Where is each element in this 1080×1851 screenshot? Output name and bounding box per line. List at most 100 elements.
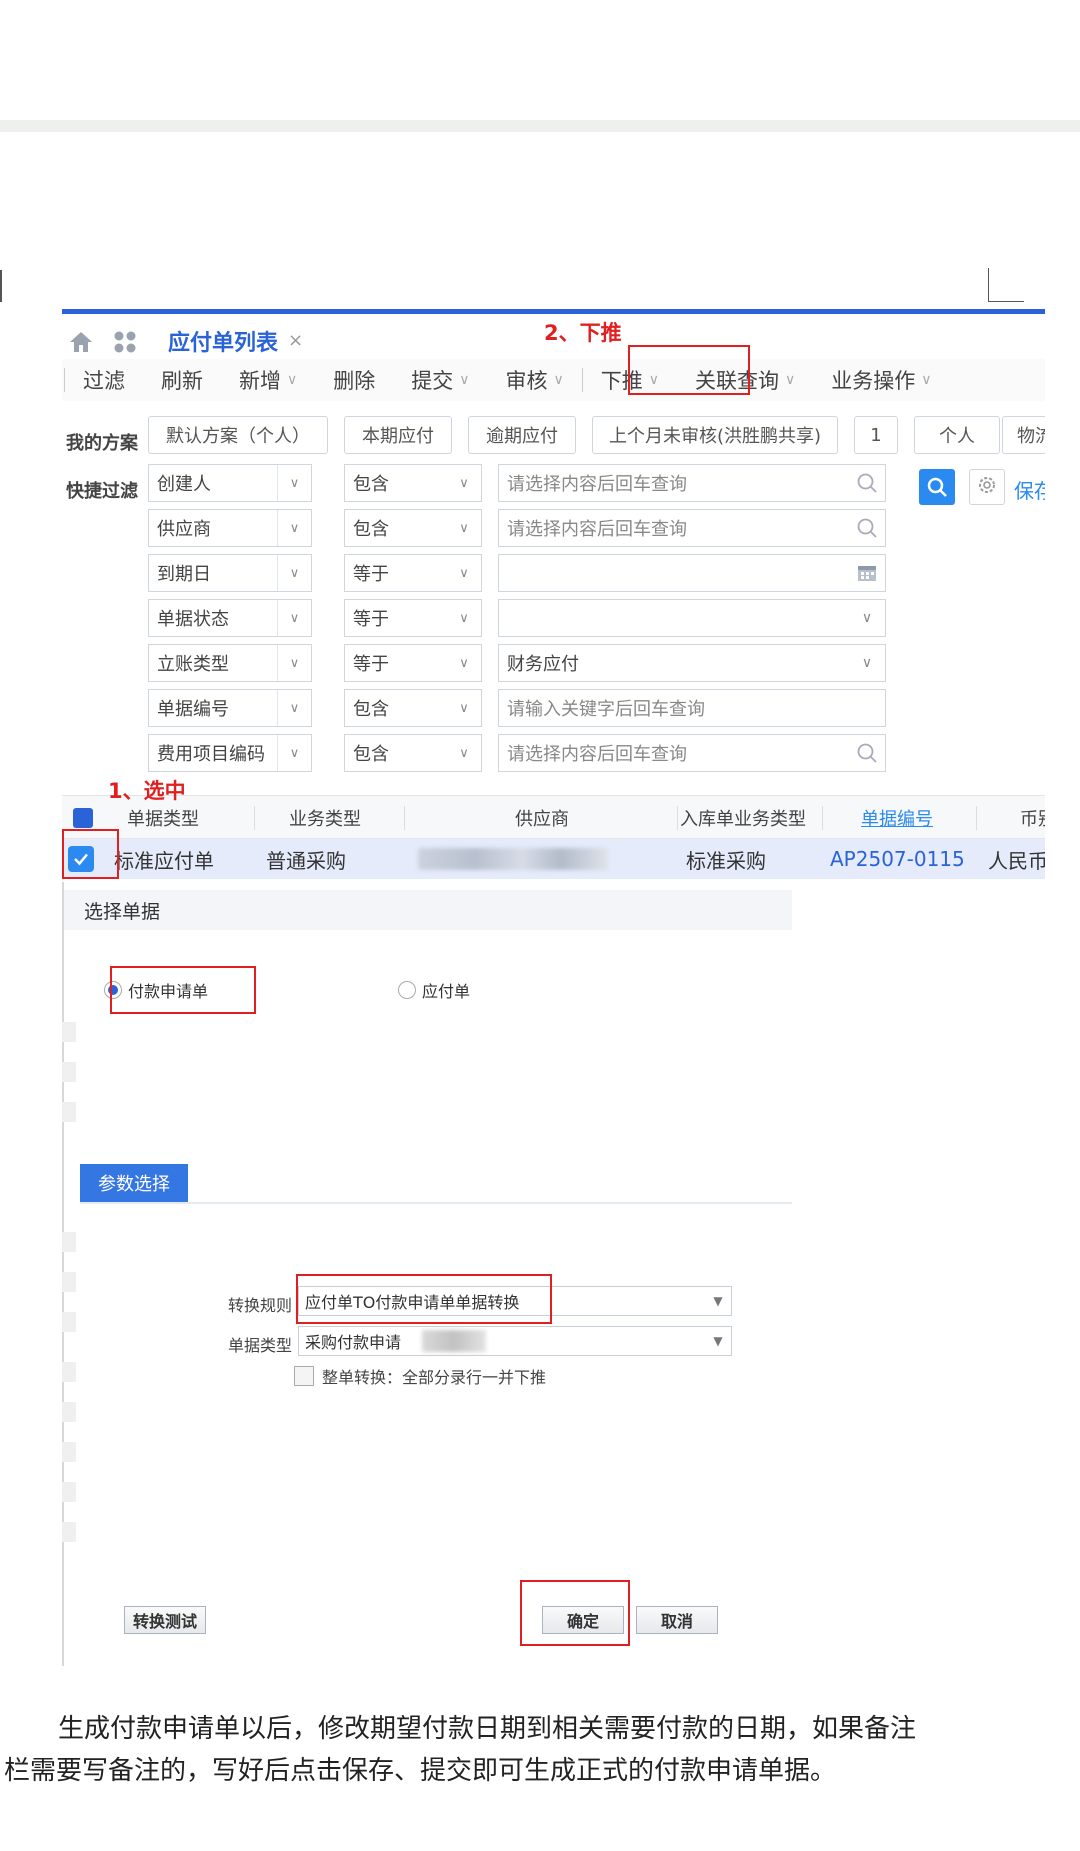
- checkbox-icon: [294, 1366, 314, 1386]
- filter-value-input-2[interactable]: [498, 554, 886, 592]
- highlight-rule: [296, 1274, 552, 1324]
- cell-doc-no[interactable]: AP2507-0115: [830, 839, 965, 879]
- chevron-down-icon: ∨: [459, 610, 469, 626]
- tab-underline: [80, 1202, 792, 1204]
- apps-grid-icon[interactable]: [112, 330, 138, 354]
- filter-value-input-0[interactable]: 请选择内容后回车查询: [498, 464, 886, 502]
- toolbar-button-label: 审核: [505, 369, 548, 393]
- filter-field-select-0[interactable]: 创建人 ∨: [148, 464, 312, 502]
- scheme-button-6[interactable]: 物流: [1002, 416, 1045, 454]
- toolbar-button-label: 刷新: [161, 369, 203, 393]
- table-header: 单据类型 业务类型 供应商 入库单业务类型 单据编号 币别: [62, 795, 1045, 839]
- chevron-down-icon: ∨: [287, 372, 298, 388]
- cell-in-biz-type: 标准采购: [686, 848, 766, 873]
- filter-value-input-3[interactable]: ∨: [498, 599, 886, 637]
- chevron-down-icon: ▼: [713, 1294, 723, 1308]
- filter-op-select-1[interactable]: 包含 ∨: [344, 509, 482, 547]
- toolbar-button-label: 过滤: [83, 369, 125, 393]
- toolbar-button-4[interactable]: 提交 ∨: [393, 359, 487, 401]
- scheme-button-3[interactable]: 上个月未审核(洪胜鹏共享): [592, 416, 838, 454]
- chevron-down-icon: ∨: [277, 555, 311, 591]
- payable-list-screen: 应付单列表 × 过滤 刷新 新增 ∨ 删除 提交 ∨ 审核 ∨ 下推 ∨ 关联查询 ∨ 业务操作 ∨ 我的方…: [62, 309, 1045, 879]
- cell-supplier-redacted: [418, 839, 608, 879]
- whole-convert-label: 整单转换：全部分录行一并下推: [322, 1368, 547, 1387]
- filter-op-select-4[interactable]: 等于 ∨: [344, 644, 482, 682]
- scheme-button-0[interactable]: 默认方案（个人）: [148, 416, 328, 454]
- filter-field-select-1[interactable]: 供应商 ∨: [148, 509, 312, 547]
- filter-value-input-6[interactable]: 请选择内容后回车查询: [498, 734, 886, 772]
- doctype-select[interactable]: 采购付款申请 ▼: [298, 1326, 732, 1356]
- table-row[interactable]: 标准应付单 普通采购 标准采购 AP2507-0115 人民币: [62, 839, 1045, 879]
- header-supplier[interactable]: 供应商: [412, 796, 672, 840]
- search-button[interactable]: [919, 469, 955, 505]
- toolbar-button-label: 删除: [333, 369, 376, 393]
- toolbar-button-0[interactable]: 过滤: [65, 359, 143, 401]
- filter-value-text: 请选择内容后回车查询: [507, 474, 687, 495]
- side-fragment: [62, 1312, 76, 1332]
- close-icon[interactable]: ×: [288, 330, 303, 351]
- tab-label: 应付单列表: [168, 330, 279, 356]
- filter-op-select-6[interactable]: 包含 ∨: [344, 734, 482, 772]
- filter-field-select-2[interactable]: 到期日 ∨: [148, 554, 312, 592]
- toolbar-button-3[interactable]: 删除: [315, 359, 393, 401]
- toolbar-button-label: 提交: [411, 369, 454, 393]
- filter-op-value: 等于: [353, 654, 389, 675]
- chevron-down-icon: ∨: [459, 565, 469, 581]
- header-doc-no[interactable]: 单据编号: [832, 796, 962, 840]
- filter-field-value: 单据状态: [157, 609, 229, 630]
- chevron-down-icon: ∨: [459, 700, 469, 716]
- filter-op-select-2[interactable]: 等于 ∨: [344, 554, 482, 592]
- search-icon[interactable]: [849, 472, 885, 494]
- filter-op-select-0[interactable]: 包含 ∨: [344, 464, 482, 502]
- toolbar-button-1[interactable]: 刷新: [143, 359, 221, 401]
- radio-payable[interactable]: 应付单: [398, 978, 470, 1002]
- chevron-down-icon: ∨: [785, 372, 796, 388]
- chevron-down-icon: ∨: [277, 690, 311, 726]
- settings-button[interactable]: [969, 469, 1005, 505]
- filter-value-input-4[interactable]: 财务应付 ∨: [498, 644, 886, 682]
- filter-field-select-5[interactable]: 单据编号 ∨: [148, 689, 312, 727]
- cancel-button[interactable]: 取消: [636, 1606, 718, 1634]
- toolbar-button-8[interactable]: 业务操作 ∨: [813, 359, 949, 401]
- filter-field-value: 费用项目编码: [157, 744, 265, 765]
- whole-convert-checkbox[interactable]: 整单转换：全部分录行一并下推: [294, 1364, 546, 1388]
- chevron-down-icon: ∨: [459, 655, 469, 671]
- filter-field-select-3[interactable]: 单据状态 ∨: [148, 599, 312, 637]
- convert-test-button[interactable]: 转换测试: [124, 1606, 206, 1634]
- chevron-down-icon: ∨: [459, 372, 470, 388]
- tab-params[interactable]: 参数选择: [80, 1164, 188, 1202]
- chevron-down-icon: ∨: [459, 745, 469, 761]
- header-currency[interactable]: 币别: [1020, 796, 1045, 840]
- side-fragment: [62, 1062, 76, 1082]
- highlight-payment-request: [110, 966, 256, 1014]
- side-fragment: [62, 1442, 76, 1462]
- tab-payable-list[interactable]: 应付单列表 ×: [154, 320, 318, 364]
- save-scheme-link[interactable]: 保存: [1014, 475, 1045, 504]
- scheme-button-1[interactable]: 本期应付: [344, 416, 452, 454]
- side-fragment: [62, 1022, 76, 1042]
- filter-value-text: 请选择内容后回车查询: [507, 744, 687, 765]
- scheme-button-5[interactable]: 个人: [914, 416, 1000, 454]
- filter-value-input-1[interactable]: 请选择内容后回车查询: [498, 509, 886, 547]
- search-icon[interactable]: [849, 517, 885, 539]
- filter-op-value: 包含: [353, 474, 389, 495]
- redacted-blur: [422, 1330, 486, 1352]
- filter-op-value: 等于: [353, 564, 389, 585]
- scheme-button-2[interactable]: 逾期应付: [468, 416, 576, 454]
- filter-field-select-4[interactable]: 立账类型 ∨: [148, 644, 312, 682]
- header-biz-type[interactable]: 业务类型: [260, 796, 390, 840]
- toolbar-button-2[interactable]: 新增 ∨: [221, 359, 315, 401]
- filter-field-value: 立账类型: [157, 654, 229, 675]
- filter-value-text: 请选择内容后回车查询: [507, 519, 687, 540]
- dialog-title: 选择单据: [64, 890, 792, 930]
- toolbar-button-5[interactable]: 审核 ∨: [488, 359, 582, 401]
- header-in-biz-type[interactable]: 入库单业务类型: [678, 796, 808, 840]
- filter-value-input-5[interactable]: 请输入关键字后回车查询: [498, 689, 886, 727]
- filter-op-select-5[interactable]: 包含 ∨: [344, 689, 482, 727]
- search-icon[interactable]: [849, 742, 885, 764]
- instruction-line-2: 栏需要写备注的，写好后点击保存、提交即可生成正式的付款申请单据。: [4, 1756, 837, 1786]
- home-icon[interactable]: [68, 330, 94, 354]
- filter-op-select-3[interactable]: 等于 ∨: [344, 599, 482, 637]
- scheme-button-4[interactable]: 1: [854, 416, 898, 454]
- filter-field-select-6[interactable]: 费用项目编码 ∨: [148, 734, 312, 772]
